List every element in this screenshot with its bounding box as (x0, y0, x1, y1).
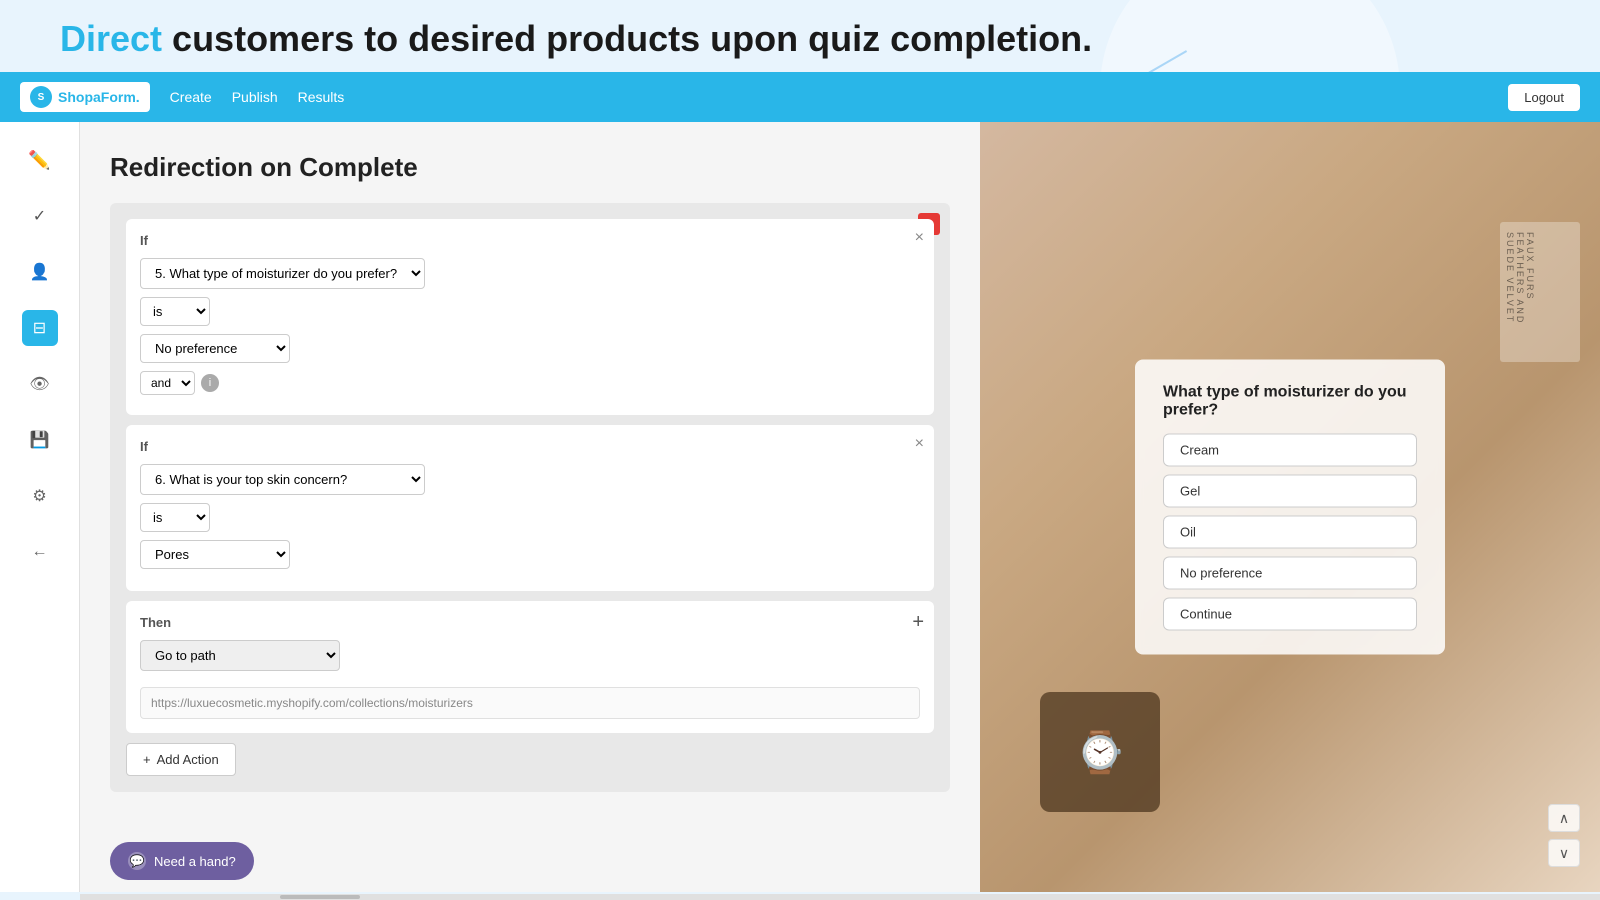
if1-operator-select[interactable]: is is not (140, 297, 210, 326)
quiz-continue-button[interactable]: Continue (1163, 598, 1417, 631)
quiz-option-gel[interactable]: Gel (1163, 475, 1417, 508)
pencil-icon: ✏️ (28, 150, 50, 171)
scrollbar-thumb (280, 895, 360, 899)
logout-button[interactable]: Logout (1508, 84, 1580, 111)
then-block: Then + Go to path Show message Redirect … (126, 601, 934, 733)
chat-icon: 💬 (128, 852, 146, 870)
then-add-button[interactable]: + (912, 611, 924, 634)
if1-question-select[interactable]: 5. What type of moisturizer do you prefe… (140, 258, 425, 289)
logo-icon: S (30, 86, 52, 108)
preview-magazine-decoration: SUEDE VELVET FEATHERS AND FAUX FURS (1500, 222, 1580, 362)
sidebar-item-logic[interactable]: ⊟ (22, 310, 58, 346)
if-block-2: If × 5. What type of moisturizer do you … (126, 425, 934, 591)
main-content: ✏️ ✓ 👤 ⊟ 👁 💾 ⚙ ← Redirection on Complete… (0, 122, 1600, 892)
editor-panel: Redirection on Complete × If × 5. What t… (80, 122, 980, 892)
preview-watch-decoration: ⌚ (1040, 692, 1160, 812)
if1-answer-select[interactable]: No preference Cream Gel Oil (140, 334, 290, 363)
if2-operator-row: is is not (140, 503, 920, 532)
nav-results[interactable]: Results (298, 89, 345, 105)
if1-operator-row: is is not (140, 297, 920, 326)
add-action-button[interactable]: + Add Action (126, 743, 236, 776)
sidebar-item-back[interactable]: ← (22, 534, 58, 570)
if-block-1: If × 5. What type of moisturizer do you … (126, 219, 934, 415)
chevron-up-icon: ∧ (1559, 810, 1569, 827)
save-icon: 💾 (30, 430, 50, 450)
page-header-title: Direct customers to desired products upo… (0, 0, 1600, 72)
add-action-plus-icon: + (143, 752, 151, 767)
back-arrow-icon: ← (32, 543, 48, 561)
editor-title: Redirection on Complete (110, 152, 950, 183)
navbar-logo[interactable]: S ShopaForm. (20, 82, 150, 112)
if1-question-row: 5. What type of moisturizer do you prefe… (140, 258, 920, 289)
logic-icon: ⊟ (33, 318, 46, 338)
sidebar-item-users[interactable]: 👤 (22, 254, 58, 290)
if-label-2: If (140, 439, 920, 454)
nav-publish[interactable]: Publish (232, 89, 278, 105)
help-label: Need a hand? (154, 854, 236, 869)
then-action-select[interactable]: Go to path Show message Redirect URL (140, 640, 340, 671)
logo-brand: Shopa (58, 89, 101, 105)
bottom-scrollbar[interactable] (80, 894, 1600, 900)
if1-close-button[interactable]: × (915, 229, 924, 247)
chevron-down-icon: ∨ (1559, 845, 1569, 862)
preview-panel: ⌚ SUEDE VELVET FEATHERS AND FAUX FURS Wh… (980, 122, 1600, 892)
preview-background: ⌚ SUEDE VELVET FEATHERS AND FAUX FURS Wh… (980, 122, 1600, 892)
header-highlight: Direct (60, 18, 162, 59)
magazine-text: SUEDE VELVET FEATHERS AND FAUX FURS (1505, 232, 1535, 324)
sidebar-item-save[interactable]: 💾 (22, 422, 58, 458)
logo-text: ShopaForm. (58, 89, 140, 105)
if2-close-button[interactable]: × (915, 435, 924, 453)
sidebar-item-eye[interactable]: 👁 (22, 366, 58, 402)
eye-icon: 👁 (29, 374, 49, 394)
scroll-down-button[interactable]: ∨ (1548, 839, 1580, 867)
if1-answer-row: No preference Cream Gel Oil (140, 334, 920, 363)
check-icon: ✓ (33, 206, 46, 226)
quiz-question: What type of moisturizer do you prefer? (1163, 384, 1417, 420)
scroll-up-button[interactable]: ∧ (1548, 804, 1580, 832)
then-label: Then (140, 615, 920, 630)
navbar-nav: Create Publish Results (170, 89, 345, 105)
sidebar-item-pencil[interactable]: ✏️ (22, 142, 58, 178)
quiz-option-cream[interactable]: Cream (1163, 434, 1417, 467)
path-input[interactable] (140, 687, 920, 719)
sidebar-item-check[interactable]: ✓ (22, 198, 58, 234)
quiz-option-oil[interactable]: Oil (1163, 516, 1417, 549)
then-action-row: Go to path Show message Redirect URL (140, 640, 920, 671)
and-connector: and or i (140, 371, 920, 395)
watch-icon: ⌚ (1075, 729, 1125, 776)
add-action-label: Add Action (157, 752, 219, 767)
gear-icon: ⚙ (32, 486, 46, 506)
quiz-card: What type of moisturizer do you prefer? … (1135, 360, 1445, 655)
info-icon[interactable]: i (201, 374, 219, 392)
if-label-1: If (140, 233, 920, 248)
if2-question-row: 5. What type of moisturizer do you prefe… (140, 464, 920, 495)
nav-create[interactable]: Create (170, 89, 212, 105)
if2-answer-select[interactable]: Pores Acne Dryness Wrinkles (140, 540, 290, 569)
logo-suffix: Form. (101, 89, 140, 105)
sidebar-item-settings[interactable]: ⚙ (22, 478, 58, 514)
if2-operator-select[interactable]: is is not (140, 503, 210, 532)
navbar: S ShopaForm. Create Publish Results Logo… (0, 72, 1600, 122)
if2-question-select[interactable]: 5. What type of moisturizer do you prefe… (140, 464, 425, 495)
users-icon: 👤 (30, 262, 50, 282)
and-or-select[interactable]: and or (140, 371, 195, 395)
sidebar: ✏️ ✓ 👤 ⊟ 👁 💾 ⚙ ← (0, 122, 80, 892)
header-title-rest: customers to desired products upon quiz … (162, 18, 1092, 59)
rule-card: × If × 5. What type of moisturizer do yo… (110, 203, 950, 792)
quiz-option-no-preference[interactable]: No preference (1163, 557, 1417, 590)
if2-answer-row: Pores Acne Dryness Wrinkles (140, 540, 920, 569)
help-button[interactable]: 💬 Need a hand? (110, 842, 254, 880)
